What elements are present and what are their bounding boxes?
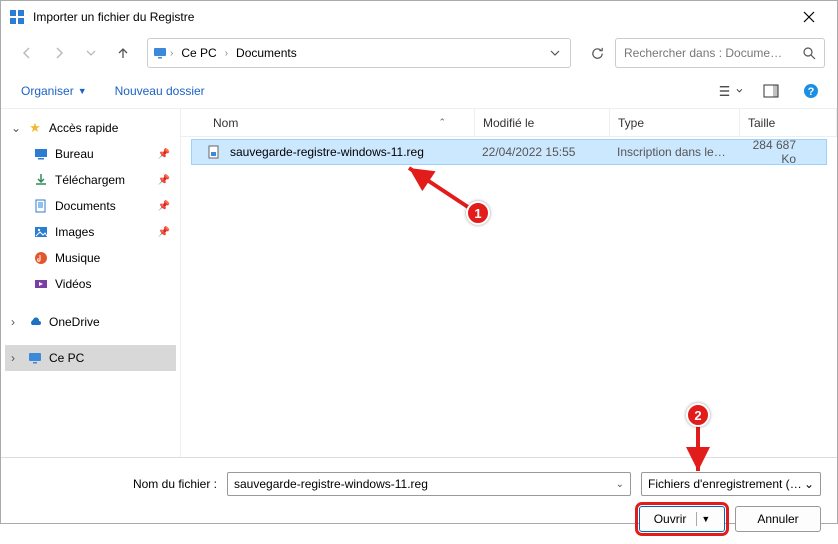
sidebar-item-label: Téléchargem: [55, 173, 125, 187]
sidebar-item-label: Documents: [55, 199, 116, 213]
sidebar-item-music[interactable]: Musique: [5, 245, 176, 271]
sort-indicator-icon: ⌃: [438, 117, 446, 128]
document-icon: [33, 198, 49, 214]
column-type[interactable]: Type: [610, 109, 740, 136]
chevron-right-icon: ›: [11, 315, 21, 329]
open-button[interactable]: Ouvrir ▼: [639, 506, 725, 532]
sidebar-item-label: Accès rapide: [49, 121, 118, 135]
pin-icon: 📌: [158, 227, 170, 238]
close-button[interactable]: [789, 3, 829, 31]
image-icon: [33, 224, 49, 240]
new-folder-label: Nouveau dossier: [115, 84, 205, 98]
pin-icon: 📌: [158, 201, 170, 212]
filter-label: Fichiers d'enregistrement (*.reg: [648, 477, 804, 491]
help-button[interactable]: ?: [799, 79, 823, 103]
nav-row: › Ce PC › Documents Rechercher dans : Do…: [1, 33, 837, 73]
filename-label: Nom du fichier :: [17, 477, 217, 491]
pin-icon: 📌: [158, 175, 170, 186]
breadcrumb-folder[interactable]: Documents: [230, 39, 303, 67]
reg-file-icon: [206, 144, 222, 160]
footer: Nom du fichier : sauvegarde-registre-win…: [1, 457, 837, 544]
pc-icon: [27, 350, 43, 366]
cancel-button[interactable]: Annuler: [735, 506, 821, 532]
chevron-down-icon: ⌄: [616, 479, 624, 490]
sidebar-item-label: Bureau: [55, 147, 94, 161]
chevron-right-icon: ›: [223, 48, 230, 59]
column-name[interactable]: Nom⌃: [205, 109, 475, 136]
organize-label: Organiser: [21, 84, 74, 98]
sidebar-item-documents[interactable]: Documents 📌: [5, 193, 176, 219]
view-options-button[interactable]: [719, 79, 743, 103]
download-icon: [33, 172, 49, 188]
file-type: Inscription dans le…: [609, 145, 739, 159]
sidebar: ⌄ ★ Accès rapide Bureau 📌 Téléchargem 📌 …: [1, 109, 181, 457]
svg-text:?: ?: [808, 86, 815, 98]
video-icon: [33, 276, 49, 292]
music-icon: [33, 250, 49, 266]
column-size[interactable]: Taille: [740, 109, 837, 136]
chevron-down-icon[interactable]: [550, 48, 560, 58]
organize-menu[interactable]: Organiser ▼: [15, 80, 93, 102]
up-button[interactable]: [109, 39, 137, 67]
file-name: sauvegarde-registre-windows-11.reg: [230, 145, 424, 159]
split-chevron-icon: ▼: [701, 514, 710, 524]
chevron-down-icon: ⌄: [11, 121, 21, 135]
sidebar-item-label: Images: [55, 225, 94, 239]
sidebar-this-pc[interactable]: › Ce PC: [5, 345, 176, 371]
cloud-icon: [27, 314, 43, 330]
sidebar-item-label: OneDrive: [49, 315, 100, 329]
sidebar-item-downloads[interactable]: Téléchargem 📌: [5, 167, 176, 193]
new-folder-button[interactable]: Nouveau dossier: [109, 80, 211, 102]
table-row[interactable]: sauvegarde-registre-windows-11.reg 22/04…: [191, 139, 827, 165]
file-size: 284 687 Ko: [739, 138, 826, 166]
search-input[interactable]: Rechercher dans : Docume…: [615, 38, 825, 68]
sidebar-quick-access[interactable]: ⌄ ★ Accès rapide: [5, 115, 176, 141]
file-area: Nom⌃ Modifié le Type Taille sauvegarde-r…: [181, 109, 837, 457]
chevron-down-icon: ▼: [78, 86, 87, 96]
column-headers: Nom⌃ Modifié le Type Taille: [181, 109, 837, 137]
search-placeholder: Rechercher dans : Docume…: [624, 46, 802, 60]
sidebar-item-label: Vidéos: [55, 277, 91, 291]
search-icon: [802, 46, 816, 60]
main-area: ⌄ ★ Accès rapide Bureau 📌 Téléchargem 📌 …: [1, 109, 837, 457]
filename-value: sauvegarde-registre-windows-11.reg: [234, 477, 428, 491]
forward-button[interactable]: [45, 39, 73, 67]
pin-icon: 📌: [158, 149, 170, 160]
file-modified: 22/04/2022 15:55: [474, 145, 609, 159]
recent-dropdown[interactable]: [77, 39, 105, 67]
pc-icon: [152, 45, 168, 61]
chevron-right-icon: ›: [11, 351, 21, 365]
refresh-button[interactable]: [583, 39, 611, 67]
breadcrumb-pc[interactable]: Ce PC: [175, 39, 222, 67]
chevron-down-icon: ⌄: [804, 477, 814, 491]
sidebar-item-label: Ce PC: [49, 351, 84, 365]
toolbar: Organiser ▼ Nouveau dossier ?: [1, 73, 837, 109]
titlebar: Importer un fichier du Registre: [1, 1, 837, 33]
sidebar-item-desktop[interactable]: Bureau 📌: [5, 141, 176, 167]
back-button[interactable]: [13, 39, 41, 67]
star-icon: ★: [27, 120, 43, 136]
sidebar-item-images[interactable]: Images 📌: [5, 219, 176, 245]
chevron-right-icon: ›: [168, 48, 175, 59]
sidebar-onedrive[interactable]: › OneDrive: [5, 309, 176, 335]
window-title: Importer un fichier du Registre: [33, 10, 789, 24]
address-bar[interactable]: › Ce PC › Documents: [147, 38, 571, 68]
filetype-filter[interactable]: Fichiers d'enregistrement (*.reg ⌄: [641, 472, 821, 496]
sidebar-item-videos[interactable]: Vidéos: [5, 271, 176, 297]
filename-input[interactable]: sauvegarde-registre-windows-11.reg ⌄: [227, 472, 631, 496]
preview-pane-button[interactable]: [759, 79, 783, 103]
app-icon: [9, 9, 25, 25]
desktop-icon: [33, 146, 49, 162]
sidebar-item-label: Musique: [55, 251, 100, 265]
column-modified[interactable]: Modifié le: [475, 109, 610, 136]
